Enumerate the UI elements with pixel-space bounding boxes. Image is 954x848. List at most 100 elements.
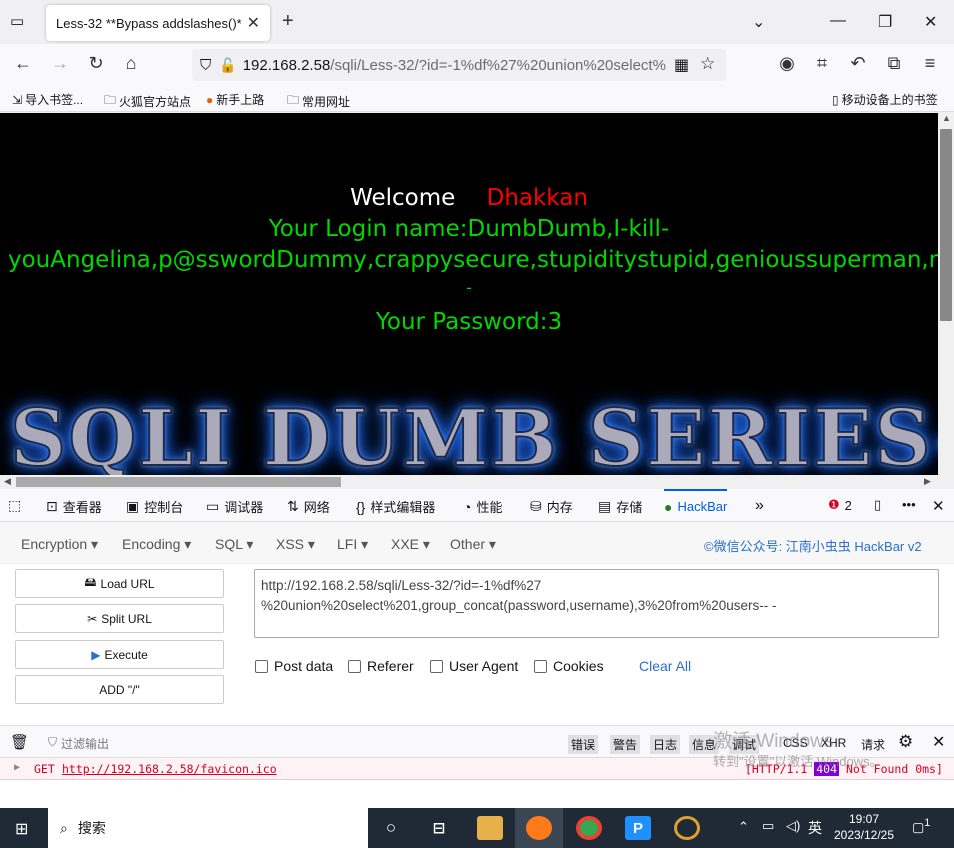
dock-icon[interactable]: ▯ xyxy=(874,497,881,513)
tab-inspector[interactable]: ⊡ 查看器 xyxy=(46,497,102,516)
menu-xxe[interactable]: XXE ▾ xyxy=(391,536,430,553)
task-view-icon[interactable]: ○ xyxy=(378,816,404,840)
checkbox-label: Referer xyxy=(367,658,414,674)
tab-style-editor[interactable]: {} 样式编辑器 xyxy=(356,497,435,516)
tab-storage[interactable]: ▤ 存储 xyxy=(598,497,642,516)
widgets-icon[interactable]: ⊟ xyxy=(426,816,452,840)
execute-button[interactable]: ▶ Execute xyxy=(15,640,224,669)
filter-errors[interactable]: 错误 xyxy=(568,735,599,754)
close-console-icon[interactable]: ✕ xyxy=(932,732,945,752)
ime-indicator[interactable]: 英 xyxy=(808,818,822,838)
post-data-checkbox[interactable]: Post data xyxy=(255,658,333,674)
trash-icon[interactable]: 🗑 xyxy=(10,733,29,751)
shield-icon[interactable]: ⛉ xyxy=(200,57,211,74)
forward-icon[interactable]: → xyxy=(48,53,72,74)
clear-all-link[interactable]: Clear All xyxy=(639,658,691,674)
menu-sql[interactable]: SQL ▾ xyxy=(215,536,253,553)
menu-lfi[interactable]: LFI ▾ xyxy=(337,536,368,553)
bookmark-getting-started[interactable]: ● 新手上路 xyxy=(206,91,264,108)
bookmark-mobile[interactable]: ▯ 移动设备上的书签 xyxy=(832,91,938,108)
filter-output-input[interactable]: ⛉ 过滤输出 xyxy=(48,735,109,752)
tab-hackbar[interactable]: ● HackBar xyxy=(664,489,728,522)
error-icon: ❶ xyxy=(828,497,840,512)
new-tab-icon[interactable]: + xyxy=(282,10,294,33)
undo-icon[interactable]: ↶ xyxy=(846,53,870,74)
firefox-taskbar-icon[interactable] xyxy=(526,816,552,840)
volume-tray-icon[interactable]: ◁) xyxy=(786,818,800,834)
extensions-icon[interactable]: ⧉ xyxy=(882,53,906,74)
referer-checkbox[interactable]: Referer xyxy=(348,658,414,674)
vertical-scrollbar[interactable]: ▲ xyxy=(938,113,954,475)
scroll-left-icon[interactable]: ◀ xyxy=(4,476,11,487)
tab-debugger[interactable]: ▭ 调试器 xyxy=(206,497,263,516)
network-tray-icon[interactable]: ▭ xyxy=(762,818,774,834)
tab-overflow-chevron-icon[interactable]: ⌄ xyxy=(752,12,765,32)
close-tab-icon[interactable]: ✕ xyxy=(247,13,260,33)
close-devtools-icon[interactable]: ✕ xyxy=(932,497,945,515)
tab-list-icon[interactable]: ▭ xyxy=(10,12,24,30)
home-icon[interactable]: ⌂ xyxy=(119,53,143,74)
filter-logs[interactable]: 日志 xyxy=(650,735,681,754)
request-url[interactable]: http://192.168.2.58/favicon.ico xyxy=(62,762,277,776)
tab-label: 网络 xyxy=(303,500,330,515)
tab-console[interactable]: ▣ 控制台 xyxy=(126,497,183,516)
error-count-badge[interactable]: ❶2 xyxy=(828,497,852,513)
windows-start-icon[interactable]: ⊞ xyxy=(15,819,28,839)
p-app-taskbar-icon[interactable]: P xyxy=(625,816,651,840)
reload-icon[interactable]: ↻ xyxy=(84,53,108,74)
back-icon[interactable]: ← xyxy=(11,53,35,74)
tray-chevron-icon[interactable]: ⌃ xyxy=(738,819,749,835)
bookmark-common-sites[interactable]: 🗀 常用网址 xyxy=(287,91,350,112)
qr-code-icon[interactable]: ▦ xyxy=(674,55,690,75)
devtools-menu-icon[interactable]: ••• xyxy=(902,497,916,512)
devtools-toolbar: ⬚ ⊡ 查看器 ▣ 控制台 ▭ 调试器 ⇅ 网络 {} 样式编辑器 ◔ 性能 ⛁ 内存 ▤ 存储… xyxy=(0,489,954,522)
user-agent-checkbox[interactable]: User Agent xyxy=(430,658,518,674)
add-slash-button[interactable]: ADD "/" xyxy=(15,675,224,704)
console-settings-icon[interactable]: ⚙ xyxy=(898,732,913,752)
url-textarea[interactable]: http://192.168.2.58/sqli/Less-32/?id=-1%… xyxy=(254,569,939,638)
notification-icon[interactable]: ▢1 xyxy=(912,817,930,835)
file-explorer-icon[interactable] xyxy=(477,816,503,840)
split-url-button[interactable]: ✂ Split URL xyxy=(15,604,224,633)
address-bar[interactable]: ⛉ 🔓 192.168.2.58/sqli/Less-32/?id=-1%df%… xyxy=(192,49,726,81)
bookmark-star-icon[interactable]: ☆ xyxy=(700,54,716,74)
bookmark-import[interactable]: ⇲ 导入书签... xyxy=(12,91,83,108)
screenshot-icon[interactable]: ⌗ xyxy=(810,53,834,74)
menu-xss[interactable]: XSS ▾ xyxy=(276,536,315,553)
menu-other[interactable]: Other ▾ xyxy=(450,536,496,553)
pick-element-icon[interactable]: ⬚ xyxy=(8,497,21,514)
checkbox-box[interactable] xyxy=(348,659,361,673)
checkbox-box[interactable] xyxy=(255,659,268,673)
minimize-icon[interactable]: — xyxy=(830,12,846,30)
horizontal-scroll-thumb[interactable] xyxy=(16,477,341,487)
maximize-icon[interactable]: ❐ xyxy=(878,12,892,32)
load-url-button[interactable]: 🖴 Load URL xyxy=(15,569,224,598)
menu-encoding[interactable]: Encoding ▾ xyxy=(122,536,191,553)
bookmark-firefox-site[interactable]: 🗀 火狐官方站点 xyxy=(104,91,191,112)
tab-network[interactable]: ⇅ 网络 xyxy=(287,497,330,516)
horizontal-scrollbar[interactable]: ◀ ▶ xyxy=(0,475,954,489)
tab-performance[interactable]: ◔ 性能 xyxy=(463,497,502,516)
checkbox-box[interactable] xyxy=(534,659,547,673)
system-clock[interactable]: 19:07 2023/12/25 xyxy=(832,811,896,843)
insecure-lock-icon[interactable]: 🔓 xyxy=(219,57,236,74)
chrome-taskbar-icon[interactable] xyxy=(576,816,602,840)
taskbar-search[interactable]: ⌕ 搜索 xyxy=(48,808,368,848)
close-window-icon[interactable]: ✕ xyxy=(924,12,937,32)
tab-memory[interactable]: ⛁ 内存 xyxy=(530,497,573,516)
account-icon[interactable]: ◉ xyxy=(775,53,799,74)
colorful-app-taskbar-icon[interactable] xyxy=(674,816,700,840)
more-tabs-icon[interactable]: » xyxy=(755,497,764,515)
scroll-up-icon[interactable]: ▲ xyxy=(942,113,951,123)
expand-icon[interactable]: ▶ xyxy=(14,762,20,773)
checkbox-box[interactable] xyxy=(430,659,443,673)
menu-encryption[interactable]: Encryption ▾ xyxy=(21,536,98,553)
menu-icon[interactable]: ≡ xyxy=(918,53,942,74)
vertical-scroll-thumb[interactable] xyxy=(940,129,952,321)
cookies-checkbox[interactable]: Cookies xyxy=(534,658,604,674)
url-host: 192.168.2.58 xyxy=(242,56,331,74)
scroll-right-icon[interactable]: ▶ xyxy=(924,476,931,487)
filter-warnings[interactable]: 警告 xyxy=(610,735,641,754)
browser-tab[interactable]: Less-32 **Bypass addslashes()** ✕ xyxy=(46,5,270,41)
storage-icon: ▤ xyxy=(598,498,612,514)
